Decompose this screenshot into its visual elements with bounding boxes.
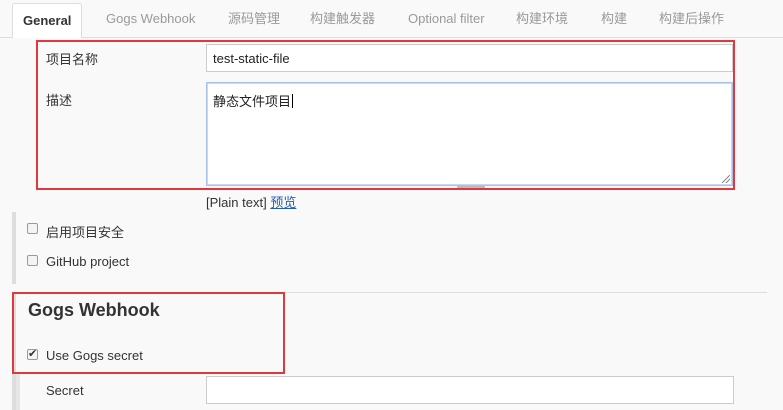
text-caret bbox=[292, 94, 294, 108]
section-indicator-bar bbox=[12, 212, 16, 284]
tab-build-triggers[interactable]: 构建触发器 bbox=[310, 0, 375, 38]
preview-link[interactable]: 预览 bbox=[270, 195, 296, 210]
use-gogs-secret-checkbox[interactable] bbox=[27, 347, 38, 360]
github-project-label: GitHub project bbox=[46, 254, 130, 269]
tab-gogs-webhook[interactable]: Gogs Webhook bbox=[106, 0, 195, 38]
tab-general[interactable]: General bbox=[12, 3, 83, 39]
gogs-webhook-title: Gogs Webhook bbox=[28, 300, 160, 320]
tab-scm[interactable]: 源码管理 bbox=[228, 0, 280, 38]
enable-security-checkbox[interactable] bbox=[27, 223, 38, 234]
project-name-input[interactable] bbox=[206, 44, 733, 72]
enable-security-label: 启用项目安全 bbox=[46, 225, 125, 240]
secret-label: Secret bbox=[46, 383, 84, 398]
format-hint: [Plain text] 预览 bbox=[206, 192, 296, 211]
secret-row-bar bbox=[16, 374, 20, 410]
description-textarea[interactable]: 静态文件项目 bbox=[206, 82, 733, 186]
tab-build-environment[interactable]: 构建环境 bbox=[516, 0, 568, 38]
resize-grip-icon[interactable] bbox=[722, 175, 730, 183]
tab-bar: General Gogs Webhook 源码管理 构建触发器 Optional… bbox=[0, 0, 783, 39]
project-name-label: 项目名称 bbox=[46, 52, 99, 67]
description-label: 描述 bbox=[46, 93, 73, 108]
use-gogs-secret-label: Use Gogs secret bbox=[46, 348, 143, 363]
tab-post-build[interactable]: 构建后操作 bbox=[659, 0, 724, 38]
description-text: 静态文件项目 bbox=[213, 94, 292, 109]
secret-input[interactable] bbox=[206, 376, 734, 404]
textarea-drag-handle[interactable] bbox=[457, 186, 485, 189]
section-divider bbox=[12, 292, 767, 293]
config-panel: 项目名称 描述 静态文件项目 [Plain text] 预览 启用项目安全 Gi… bbox=[0, 38, 783, 410]
github-project-checkbox[interactable] bbox=[27, 255, 38, 266]
tab-optional-filter[interactable]: Optional filter bbox=[408, 0, 485, 38]
plain-text-label: [Plain text] bbox=[206, 195, 267, 210]
tab-build[interactable]: 构建 bbox=[601, 0, 627, 38]
